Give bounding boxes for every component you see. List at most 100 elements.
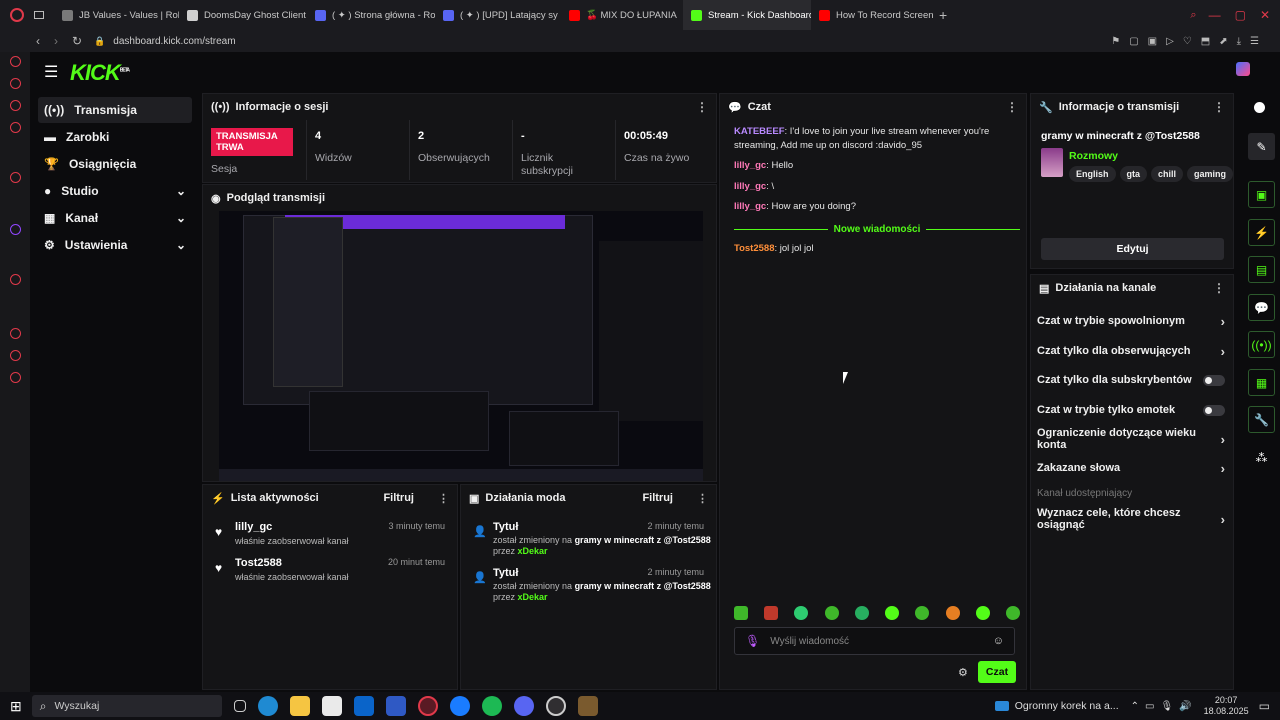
more-options-icon[interactable]: ⋮ [1213,100,1225,114]
chat-username[interactable]: KATEBEEF [734,126,785,137]
taskbar-search[interactable]: ⌕ Wyszukaj [31,695,222,717]
twitch-icon[interactable] [10,224,21,235]
goals-row[interactable]: Wyznacz cele, które chcesz osiągnąć › [1037,507,1225,531]
account-age-row[interactable]: Ograniczenie dotyczące wieku konta › [1037,427,1225,451]
filter-button[interactable]: Filtruj [642,492,673,504]
spotify-icon[interactable] [481,696,502,716]
sidebar-item-kanal[interactable]: ▦ Kanał ⌄ [38,205,192,231]
filter-button[interactable]: Filtruj [383,492,414,504]
edit-pencil-icon[interactable]: ✎ [1248,133,1275,160]
edge-icon[interactable] [257,696,278,716]
wrench-icon[interactable]: 🔧 [1248,406,1275,433]
sidebar-app-icon[interactable] [10,56,21,67]
minecraft-icon[interactable] [577,696,598,716]
tray-icons[interactable]: ⌃▭🎙🔊 [1131,701,1198,712]
chat-settings-icon[interactable]: ⚙ [958,666,968,679]
emote-icon[interactable] [1005,606,1020,620]
forward-icon[interactable]: › [54,34,58,48]
tab-strona-glowna[interactable]: ( ✦ ) Strona główna - Rob [307,0,435,30]
sidebar-app-icon[interactable] [10,78,21,89]
emote-icon[interactable] [945,606,960,620]
new-tab-icon[interactable]: + [939,7,947,23]
tab-kick-dashboard[interactable]: Stream - Kick Dashboard [683,0,811,30]
launcher-icon[interactable] [385,696,406,716]
store-icon[interactable] [321,696,342,716]
channel-icon[interactable]: ▦ [1248,369,1275,396]
clock[interactable]: 20:07 18.08.2025 [1204,695,1249,717]
opera-logo-icon[interactable] [10,8,24,22]
apps-icon[interactable]: ⁂ [1248,444,1275,471]
reload-icon[interactable]: ↻ [72,34,82,48]
file-explorer-icon[interactable] [289,696,310,716]
obs-icon[interactable] [545,696,566,716]
notes-icon[interactable]: ▤ [1248,256,1275,283]
maximize-icon[interactable]: ▢ [1235,8,1246,22]
emote-icon[interactable] [764,606,779,620]
news-widget[interactable]: Ogromny korek na a... [1015,700,1119,712]
emote-icon[interactable] [734,606,748,620]
emote-icon[interactable] [824,606,839,620]
sidebar-app-icon[interactable] [10,100,21,111]
stream-preview-video[interactable] [219,211,703,481]
sidebar-item-transmisja[interactable]: ((•)) Transmisja [38,97,192,123]
more-options-icon[interactable]: ⋮ [696,100,708,114]
microphone-icon[interactable]: 🎙 [745,634,760,648]
more-options-icon[interactable]: ⋮ [438,492,449,505]
category-name[interactable]: Rozmowy [1069,150,1118,162]
sidebar-app-icon[interactable] [10,122,21,133]
more-options-icon[interactable]: ⋮ [1213,281,1225,295]
chat-username[interactable]: lilly_gc [734,181,766,192]
emote-icon[interactable] [854,606,869,620]
url-field[interactable]: dashboard.kick.com/stream [113,36,235,47]
chat-username[interactable]: Tost2588 [734,243,774,254]
chat-send-button[interactable]: Czat [978,661,1016,683]
chat-input[interactable]: 🎙 Wyślij wiadomość ☺ [734,627,1015,655]
emote-icon[interactable] [794,606,809,620]
opera-icon[interactable] [417,696,438,716]
sidebar-item-osiagniecia[interactable]: 🏆 Osiągnięcia [38,151,192,177]
sidebar-app-icon[interactable] [10,274,21,285]
sidebar-item-zarobki[interactable]: ▬ Zarobki [38,124,192,150]
tab-doomsday[interactable]: DoomsDay Ghost Client [179,0,307,30]
sidebar-app-icon[interactable] [10,350,21,361]
subscribers-only-toggle[interactable] [1203,374,1225,386]
kick-logo[interactable]: KICKBETA [70,60,130,86]
windows-start-icon[interactable]: ⊞ [10,698,22,715]
chat-username[interactable]: lilly_gc [734,201,766,212]
sidebar-app-icon[interactable] [10,172,21,183]
tab-latajacy[interactable]: ( ✦ ) [UPD] Latający sy [435,0,561,30]
tab-overview-icon[interactable] [34,11,44,19]
chat-bubble-icon[interactable]: 💬 [1248,294,1275,321]
sidebar-app-icon[interactable] [10,372,21,383]
edit-button[interactable]: Edytuj [1041,238,1224,260]
banned-words-row[interactable]: Zakazane słowa › [1037,457,1225,479]
notifications-icon[interactable]: ▭ [1259,699,1270,713]
emote-icon[interactable] [915,606,930,620]
emote-icon[interactable] [885,606,900,620]
capture-icon[interactable]: ▣ [1248,181,1275,208]
slow-mode-row[interactable]: Czat w trybie spowolnionym › [1037,310,1225,332]
sidebar-item-ustawienia[interactable]: ⚙ Ustawienia ⌄ [38,232,192,258]
followers-only-row[interactable]: Czat tylko dla obserwujących › [1037,340,1225,362]
messenger-icon[interactable] [449,696,470,716]
browser-toolbar-icons[interactable]: ⚑▢▣▷♡⬒⬈⤓☰ [1111,36,1268,47]
task-view-icon[interactable] [233,700,246,712]
emote-icon[interactable] [975,606,990,620]
search-tabs-icon[interactable]: ⌕ [1190,9,1196,22]
tab-mix-do-lupania[interactable]: 🍒 MIX DO ŁUPANIA [561,0,683,30]
discord-icon[interactable] [513,696,534,716]
hamburger-menu-icon[interactable]: ☰ [44,62,58,82]
sidebar-item-studio[interactable]: ● Studio ⌄ [38,178,192,204]
emoji-icon[interactable]: ☺ [993,635,1004,647]
chat-username[interactable]: lilly_gc [734,160,766,171]
user-avatar[interactable] [1236,62,1250,76]
emote-only-toggle[interactable] [1203,404,1225,416]
more-options-icon[interactable]: ⋮ [1006,100,1018,114]
outlook-icon[interactable] [353,696,374,716]
back-icon[interactable]: ‹ [36,34,40,48]
sidebar-app-icon[interactable] [10,328,21,339]
more-options-icon[interactable]: ⋮ [697,492,708,505]
broadcast-icon[interactable]: ((•)) [1248,331,1275,358]
tab-how-to-record[interactable]: How To Record Screen W [811,0,933,30]
tab-jb-values[interactable]: JB Values - Values | Robl [54,0,179,30]
